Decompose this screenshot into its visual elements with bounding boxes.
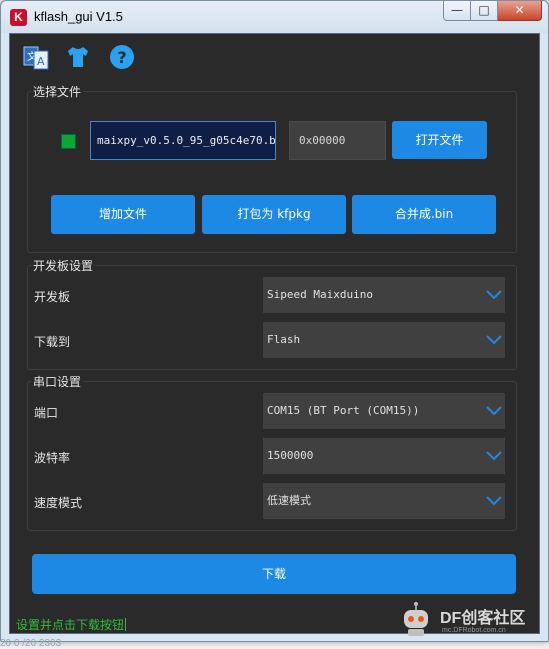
- kflash-app-icon: K: [10, 9, 27, 26]
- baud-rate-value: 1500000: [267, 449, 314, 462]
- merge-bin-button[interactable]: 合并成.bin: [352, 195, 496, 234]
- close-button[interactable]: ✕: [498, 1, 542, 21]
- watermark-brand: DF创客社区: [440, 610, 526, 627]
- pack-kfpkg-button[interactable]: 打包为 kfpkg: [202, 195, 346, 234]
- add-file-button[interactable]: 增加文件: [51, 195, 195, 234]
- download-target-select[interactable]: Flash: [263, 322, 505, 358]
- port-select[interactable]: COM15 (BT Port (COM15)): [263, 393, 505, 429]
- window-controls: — □ ✕: [443, 1, 542, 21]
- speed-mode-select[interactable]: 低速模式: [263, 483, 505, 519]
- baud-rate-label: 波特率: [34, 451, 71, 465]
- download-target-value: Flash: [267, 333, 301, 346]
- download-target-label: 下载到: [34, 335, 71, 349]
- board-settings-group: 开发板设置 开发板 Sipeed Maixduino 下载到 Flash: [27, 257, 517, 370]
- minimize-button[interactable]: —: [443, 1, 471, 21]
- text-caret: [125, 618, 127, 631]
- file-group-title: 选择文件: [31, 83, 84, 100]
- file-select-group: 选择文件 maixpy_v0.5.0_95_g05c4e70.bin 0x000…: [27, 83, 517, 253]
- open-file-button[interactable]: 打开文件: [392, 121, 487, 159]
- title-bar[interactable]: K kflash_gui V1.5 — □ ✕: [1, 1, 548, 33]
- chevron-down-icon: [486, 406, 502, 416]
- chevron-down-icon: [486, 496, 502, 506]
- help-icon[interactable]: ?: [109, 44, 135, 70]
- board-group-title: 开发板设置: [31, 257, 96, 274]
- board-select[interactable]: Sipeed Maixduino: [263, 277, 505, 313]
- robot-logo-icon: [404, 602, 428, 636]
- download-button[interactable]: 下载: [32, 554, 516, 594]
- board-select-value: Sipeed Maixduino: [267, 288, 373, 301]
- svg-text:?: ?: [117, 48, 126, 67]
- dfrobot-watermark: DF创客社区 mc.DFRobot.com.cn: [394, 600, 534, 640]
- chevron-down-icon: [486, 290, 502, 300]
- speed-mode-value: 低速模式: [267, 494, 311, 507]
- address-input[interactable]: 0x00000: [289, 121, 386, 160]
- background-timestamp: 20 0 /20 2303: [0, 638, 62, 649]
- watermark-url: mc.DFRobot.com.cn: [442, 627, 506, 634]
- port-label: 端口: [34, 406, 59, 420]
- chevron-down-icon: [486, 451, 502, 461]
- file-path-input[interactable]: maixpy_v0.5.0_95_g05c4e70.bin: [90, 121, 276, 160]
- serial-group-title: 串口设置: [31, 373, 84, 390]
- theme-shirt-icon[interactable]: [65, 44, 91, 70]
- status-message-text: 设置并点击下载按钮: [16, 618, 125, 632]
- window-title: kflash_gui V1.5: [34, 9, 123, 24]
- maximize-button[interactable]: □: [471, 1, 498, 21]
- chevron-down-icon: [486, 335, 502, 345]
- app-window: K kflash_gui V1.5 — □ ✕ 文 A ? 选择文件 maixp…: [0, 0, 549, 642]
- baud-rate-select[interactable]: 1500000: [263, 438, 505, 474]
- speed-mode-label: 速度模式: [34, 496, 83, 510]
- language-icon[interactable]: 文 A: [23, 44, 49, 70]
- status-message: 设置并点击下载按钮: [16, 616, 127, 633]
- file-enabled-indicator[interactable]: [61, 134, 76, 149]
- board-label: 开发板: [34, 290, 71, 304]
- main-panel: 文 A ? 选择文件 maixpy_v0.5.0_95_g05c4e70.bin…: [9, 33, 540, 634]
- svg-text:A: A: [37, 55, 45, 68]
- port-select-value: COM15 (BT Port (COM15)): [267, 404, 420, 417]
- serial-settings-group: 串口设置 端口 COM15 (BT Port (COM15)) 波特率 1500…: [27, 373, 517, 531]
